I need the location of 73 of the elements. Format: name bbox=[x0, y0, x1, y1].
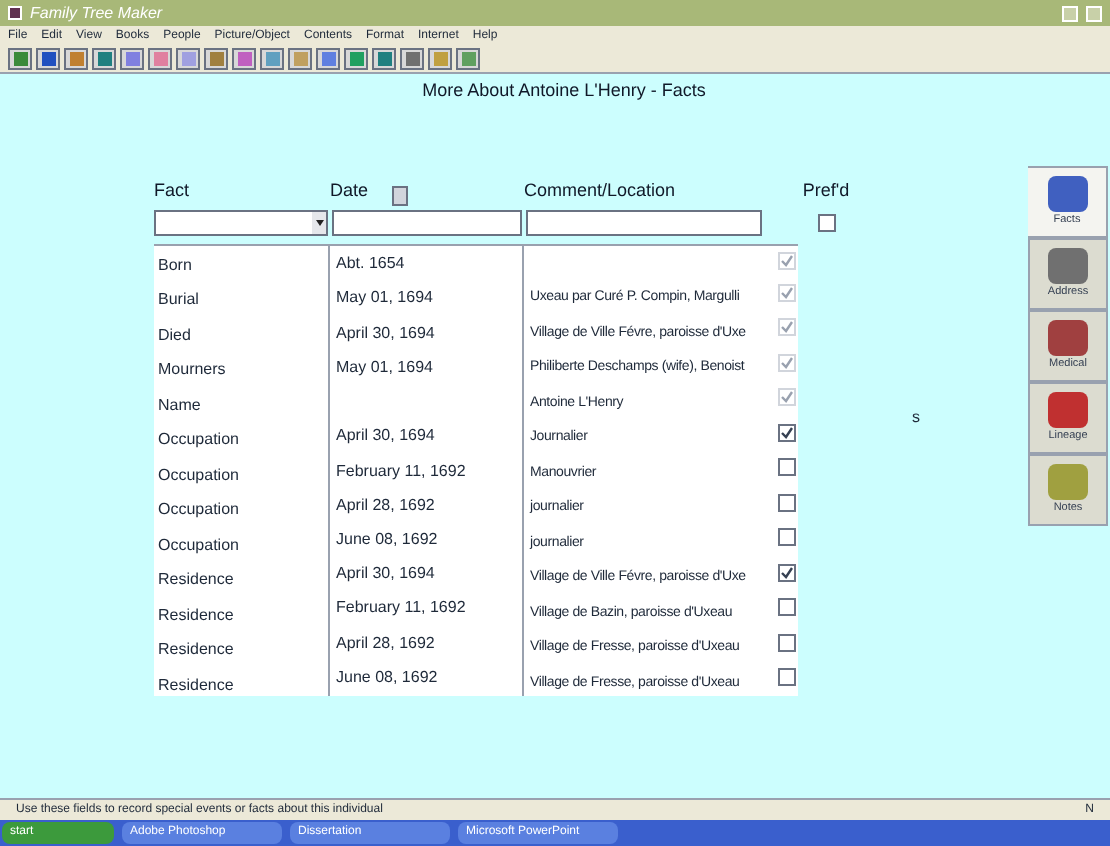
toolbar-button[interactable] bbox=[400, 47, 424, 69]
check-icon bbox=[780, 425, 794, 440]
preferred-checkbox[interactable] bbox=[778, 458, 796, 477]
column-header: Date bbox=[330, 178, 369, 204]
table-cell-text: Residence bbox=[158, 603, 236, 627]
table-cell: May 01, 1694 bbox=[336, 286, 433, 311]
table-cell: June 08, 1692 bbox=[336, 665, 438, 690]
toolbar-button[interactable] bbox=[428, 47, 452, 69]
calendar-button[interactable] bbox=[392, 185, 409, 205]
tab-icon bbox=[1048, 320, 1088, 357]
window-title: Family Tree Maker bbox=[30, 5, 163, 21]
table-cell-text: Residence bbox=[158, 568, 236, 592]
toolbar-button[interactable] bbox=[288, 47, 312, 69]
table-cell-text: Mourners bbox=[158, 358, 228, 382]
toolbar-button[interactable] bbox=[316, 47, 340, 69]
fact-dropdown[interactable] bbox=[154, 209, 328, 235]
table-cell: June 08, 1692 bbox=[336, 527, 438, 552]
table-cell-text: Born bbox=[158, 253, 194, 277]
table-cell: Abt. 1654 bbox=[336, 252, 405, 277]
toolbar-button[interactable] bbox=[148, 47, 172, 69]
table-cell: February 11, 1692 bbox=[336, 596, 466, 621]
table-cell-text: Occupation bbox=[158, 428, 241, 452]
table-cell-text: Died bbox=[158, 323, 193, 347]
tab-icon bbox=[1048, 464, 1088, 501]
table-cell-text: Residence bbox=[158, 638, 236, 662]
tab-icon bbox=[1048, 248, 1088, 285]
table-cell-text: Name bbox=[158, 393, 203, 417]
table-cell-text: Occupation bbox=[158, 463, 241, 488]
preferred-checkbox[interactable] bbox=[778, 668, 796, 687]
table-cell: April 28, 1692 bbox=[336, 631, 435, 656]
toolbar-button[interactable] bbox=[176, 47, 200, 69]
toolbar-button[interactable] bbox=[456, 47, 480, 69]
column-header: Pref'd bbox=[802, 181, 850, 204]
app-icon bbox=[8, 6, 22, 20]
preferred-checkbox[interactable] bbox=[817, 213, 835, 231]
maximize-button[interactable] bbox=[1086, 5, 1102, 21]
column-header: Fact bbox=[154, 178, 192, 204]
toolbar-button[interactable] bbox=[8, 47, 32, 69]
toolbar-button[interactable] bbox=[204, 47, 228, 69]
toolbar-button[interactable] bbox=[372, 47, 396, 69]
date-input[interactable] bbox=[332, 209, 522, 235]
preferred-checkbox[interactable] bbox=[778, 528, 796, 547]
toolbar-button[interactable] bbox=[260, 47, 284, 69]
tab-icon bbox=[1047, 176, 1087, 213]
toolbar-button[interactable] bbox=[120, 47, 144, 69]
comment-input[interactable] bbox=[526, 209, 762, 235]
stray-text: s bbox=[912, 407, 920, 425]
table-cell-text: Occupation bbox=[158, 533, 241, 558]
table-cell: April 28, 1692 bbox=[336, 493, 435, 518]
toolbar-button[interactable] bbox=[232, 47, 256, 69]
table-cell-text: Residence bbox=[158, 673, 236, 697]
preferred-checkbox[interactable] bbox=[778, 598, 796, 617]
check-icon bbox=[780, 565, 794, 580]
dropdown-arrow-icon bbox=[315, 219, 323, 225]
table-cell: April 30, 1694 bbox=[336, 321, 435, 346]
table-cell-text: Burial bbox=[158, 288, 201, 312]
minimize-button[interactable] bbox=[1062, 5, 1078, 21]
table-cell-text: Occupation bbox=[158, 498, 241, 522]
preferred-checkbox[interactable] bbox=[778, 493, 796, 512]
table-cell: April 30, 1694 bbox=[336, 562, 435, 587]
table-cell: April 30, 1694 bbox=[336, 424, 435, 449]
table-cell: February 11, 1692 bbox=[336, 459, 466, 484]
preferred-checkbox[interactable] bbox=[778, 563, 796, 582]
toolbar-button[interactable] bbox=[344, 47, 368, 69]
table-cell: May 01, 1694 bbox=[336, 355, 433, 380]
toolbar-button[interactable] bbox=[64, 47, 88, 69]
page-title: More About Antoine L'Henry - Facts bbox=[422, 78, 706, 104]
tab-icon bbox=[1048, 392, 1088, 429]
column-header: Comment/Location bbox=[524, 178, 678, 204]
preferred-checkbox[interactable] bbox=[778, 423, 796, 442]
toolbar-button[interactable] bbox=[92, 47, 116, 69]
preferred-checkbox[interactable] bbox=[778, 633, 796, 652]
toolbar-button[interactable] bbox=[36, 47, 60, 69]
